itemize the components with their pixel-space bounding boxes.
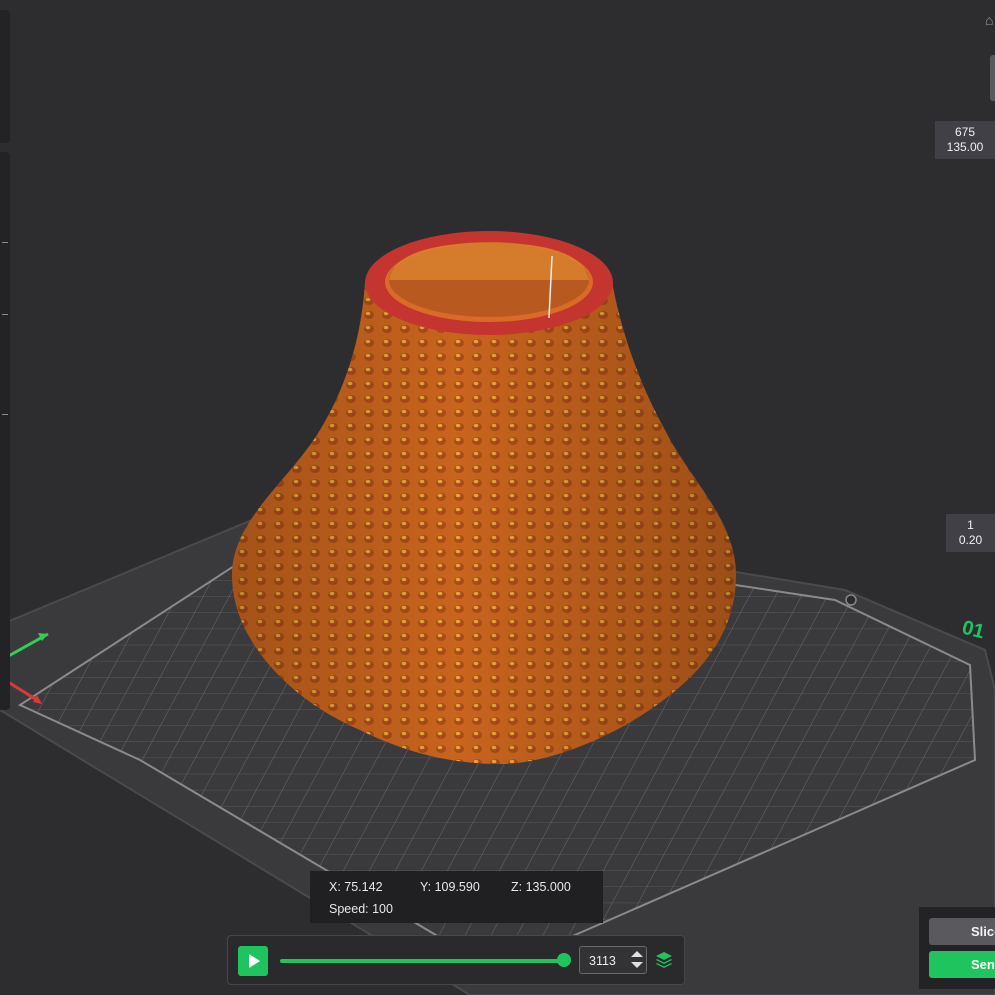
gcode-playback-bar: 3113 [227,935,685,985]
chevron-down-icon[interactable] [631,962,643,968]
3d-viewport[interactable]: ⌂ 675 135.00 1 0.20 01 X: 75.142 Y: 109.… [0,0,995,995]
position-readout: X: 75.142 Y: 109.590 Z: 135.000 Speed: 1… [310,871,603,923]
top-layer-index: 675 [954,125,976,139]
play-icon[interactable] [238,946,268,976]
toolbar-tick [2,414,8,415]
stepper-arrows[interactable] [630,949,644,971]
home-icon[interactable]: ⌂ [985,12,993,28]
slice-plate-button[interactable]: Slice plate [929,918,995,945]
scene-render [0,231,995,995]
layer-slider-bottom-label[interactable]: 1 0.20 [946,514,995,552]
send-button[interactable]: Send [929,951,995,978]
move-step-input[interactable]: 3113 [579,946,647,974]
move-step-value: 3113 [589,954,616,968]
bottom-layer-index: 1 [967,518,974,532]
y-coordinate: Y: 109.590 [420,880,480,894]
x-coordinate: X: 75.142 [329,880,383,894]
chevron-up-icon[interactable] [631,951,643,957]
layers-icon[interactable] [654,950,674,970]
left-toolbar-top[interactable] [0,10,10,143]
move-slider-handle[interactable] [557,953,571,967]
view-toggle-button[interactable] [990,55,995,101]
speed-readout: Speed: 100 [329,902,393,916]
layer-slider-top-label[interactable]: 675 135.00 [935,121,995,159]
slice-action-panel: Slice plate Send [919,907,995,989]
top-layer-height: 135.00 [946,140,984,154]
z-coordinate: Z: 135.000 [511,880,571,894]
left-toolbar[interactable] [0,152,10,710]
bottom-layer-height: 0.20 [958,533,983,547]
move-slider-track[interactable] [280,959,565,963]
toolbar-tick [2,314,8,315]
toolbar-tick [2,242,8,243]
